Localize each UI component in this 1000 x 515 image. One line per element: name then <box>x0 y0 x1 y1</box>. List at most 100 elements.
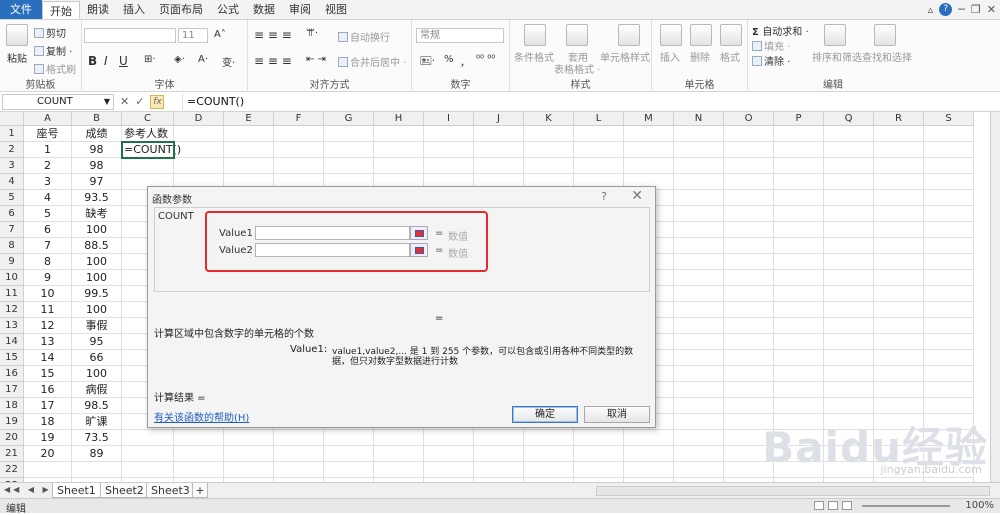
table-cell[interactable] <box>122 158 174 174</box>
table-cell[interactable] <box>274 462 324 478</box>
table-cell[interactable] <box>924 286 974 302</box>
table-cell[interactable] <box>874 334 924 350</box>
row-header[interactable]: 13 <box>0 318 24 334</box>
table-cell[interactable] <box>674 190 724 206</box>
table-cell[interactable] <box>824 334 874 350</box>
table-cell[interactable] <box>924 126 974 142</box>
table-cell[interactable] <box>824 222 874 238</box>
table-cell[interactable] <box>122 446 174 462</box>
table-cell[interactable] <box>924 158 974 174</box>
table-cell[interactable]: 4 <box>24 190 72 206</box>
table-cell[interactable] <box>724 398 774 414</box>
table-cell[interactable] <box>824 238 874 254</box>
table-cell[interactable] <box>774 174 824 190</box>
format-painter-button[interactable]: 格式刷 <box>34 61 76 76</box>
table-cell[interactable] <box>524 158 574 174</box>
table-cell[interactable] <box>824 366 874 382</box>
table-cell[interactable] <box>774 302 824 318</box>
table-cell[interactable] <box>874 350 924 366</box>
table-cell[interactable] <box>674 126 724 142</box>
column-header[interactable]: F <box>274 112 324 126</box>
table-cell[interactable] <box>824 158 874 174</box>
table-cell[interactable] <box>224 126 274 142</box>
zoom-slider[interactable] <box>862 505 950 507</box>
table-cell[interactable] <box>324 158 374 174</box>
table-cell[interactable] <box>724 142 774 158</box>
column-header[interactable]: M <box>624 112 674 126</box>
table-cell[interactable] <box>524 462 574 478</box>
confirm-formula-icon[interactable]: ✓ <box>135 95 144 109</box>
sort-filter-button[interactable]: 排序和筛选 <box>812 49 862 64</box>
table-cell[interactable] <box>774 238 824 254</box>
table-cell[interactable]: 10 <box>24 286 72 302</box>
conditional-format-icon[interactable] <box>524 24 546 46</box>
tab-formulas[interactable]: 公式 <box>210 0 246 19</box>
table-cell[interactable] <box>874 126 924 142</box>
comma-button[interactable]: ， <box>460 54 470 69</box>
table-cell[interactable] <box>624 430 674 446</box>
table-cell[interactable] <box>574 126 624 142</box>
decimal-icon[interactable]: ⁰⁰ ⁰⁰ <box>476 54 495 65</box>
table-cell[interactable]: 99.5 <box>72 286 122 302</box>
table-cell[interactable] <box>224 430 274 446</box>
table-cell[interactable]: 9 <box>24 270 72 286</box>
table-cell[interactable] <box>774 382 824 398</box>
table-cell[interactable] <box>424 126 474 142</box>
row-header[interactable]: 10 <box>0 270 24 286</box>
table-cell[interactable] <box>224 158 274 174</box>
table-cell[interactable] <box>924 222 974 238</box>
table-cell[interactable] <box>574 446 624 462</box>
table-cell[interactable] <box>774 318 824 334</box>
fill-color-icon[interactable]: ◈· <box>174 54 185 65</box>
merge-center-button[interactable]: 合并后居中 · <box>338 54 406 69</box>
table-cell[interactable]: 100 <box>72 222 122 238</box>
table-cell[interactable] <box>574 430 624 446</box>
cell-style-button[interactable]: 单元格样式 <box>600 49 650 64</box>
table-cell[interactable] <box>824 190 874 206</box>
table-cell[interactable]: 100 <box>72 254 122 270</box>
wrap-text-button[interactable]: 自动换行 <box>338 29 390 44</box>
table-cell[interactable] <box>824 382 874 398</box>
dialog-help-button[interactable]: ? <box>601 190 607 203</box>
table-cell[interactable] <box>774 158 824 174</box>
table-cell[interactable] <box>924 142 974 158</box>
new-sheet-icon[interactable]: + <box>192 483 208 498</box>
table-cell[interactable] <box>674 318 724 334</box>
table-cell[interactable] <box>174 446 224 462</box>
table-cell[interactable] <box>674 254 724 270</box>
table-cell[interactable] <box>874 286 924 302</box>
help-icon[interactable]: ? <box>939 3 953 16</box>
table-cell[interactable] <box>424 158 474 174</box>
table-cell[interactable] <box>174 430 224 446</box>
table-format-icon[interactable] <box>566 24 588 46</box>
name-box[interactable]: COUNT ▼ <box>2 94 114 110</box>
table-cell[interactable] <box>624 446 674 462</box>
table-cell[interactable] <box>724 254 774 270</box>
table-cell[interactable] <box>924 270 974 286</box>
tab-review[interactable]: 审阅 <box>282 0 318 19</box>
table-cell[interactable]: 8 <box>24 254 72 270</box>
table-cell[interactable] <box>924 254 974 270</box>
table-cell[interactable]: 成绩 <box>72 126 122 142</box>
paste-button[interactable]: 粘贴 <box>7 50 27 65</box>
table-cell[interactable] <box>274 142 324 158</box>
table-cell[interactable] <box>824 142 874 158</box>
table-cell[interactable] <box>774 350 824 366</box>
table-cell[interactable] <box>724 366 774 382</box>
table-cell[interactable] <box>574 158 624 174</box>
cancel-formula-icon[interactable]: ✕ <box>120 95 129 109</box>
zoom-level[interactable]: 100% <box>965 500 994 511</box>
table-cell[interactable] <box>874 174 924 190</box>
table-cell[interactable] <box>474 158 524 174</box>
table-cell[interactable] <box>174 142 224 158</box>
table-cell[interactable] <box>774 190 824 206</box>
tab-view[interactable]: 视图 <box>318 0 354 19</box>
table-cell[interactable] <box>724 302 774 318</box>
table-cell[interactable] <box>424 462 474 478</box>
percent-button[interactable]: % <box>444 54 454 65</box>
insert-cells-button[interactable]: 插入 <box>660 49 680 64</box>
table-cell[interactable] <box>674 270 724 286</box>
column-header[interactable]: G <box>324 112 374 126</box>
column-header[interactable]: I <box>424 112 474 126</box>
table-cell[interactable] <box>224 142 274 158</box>
